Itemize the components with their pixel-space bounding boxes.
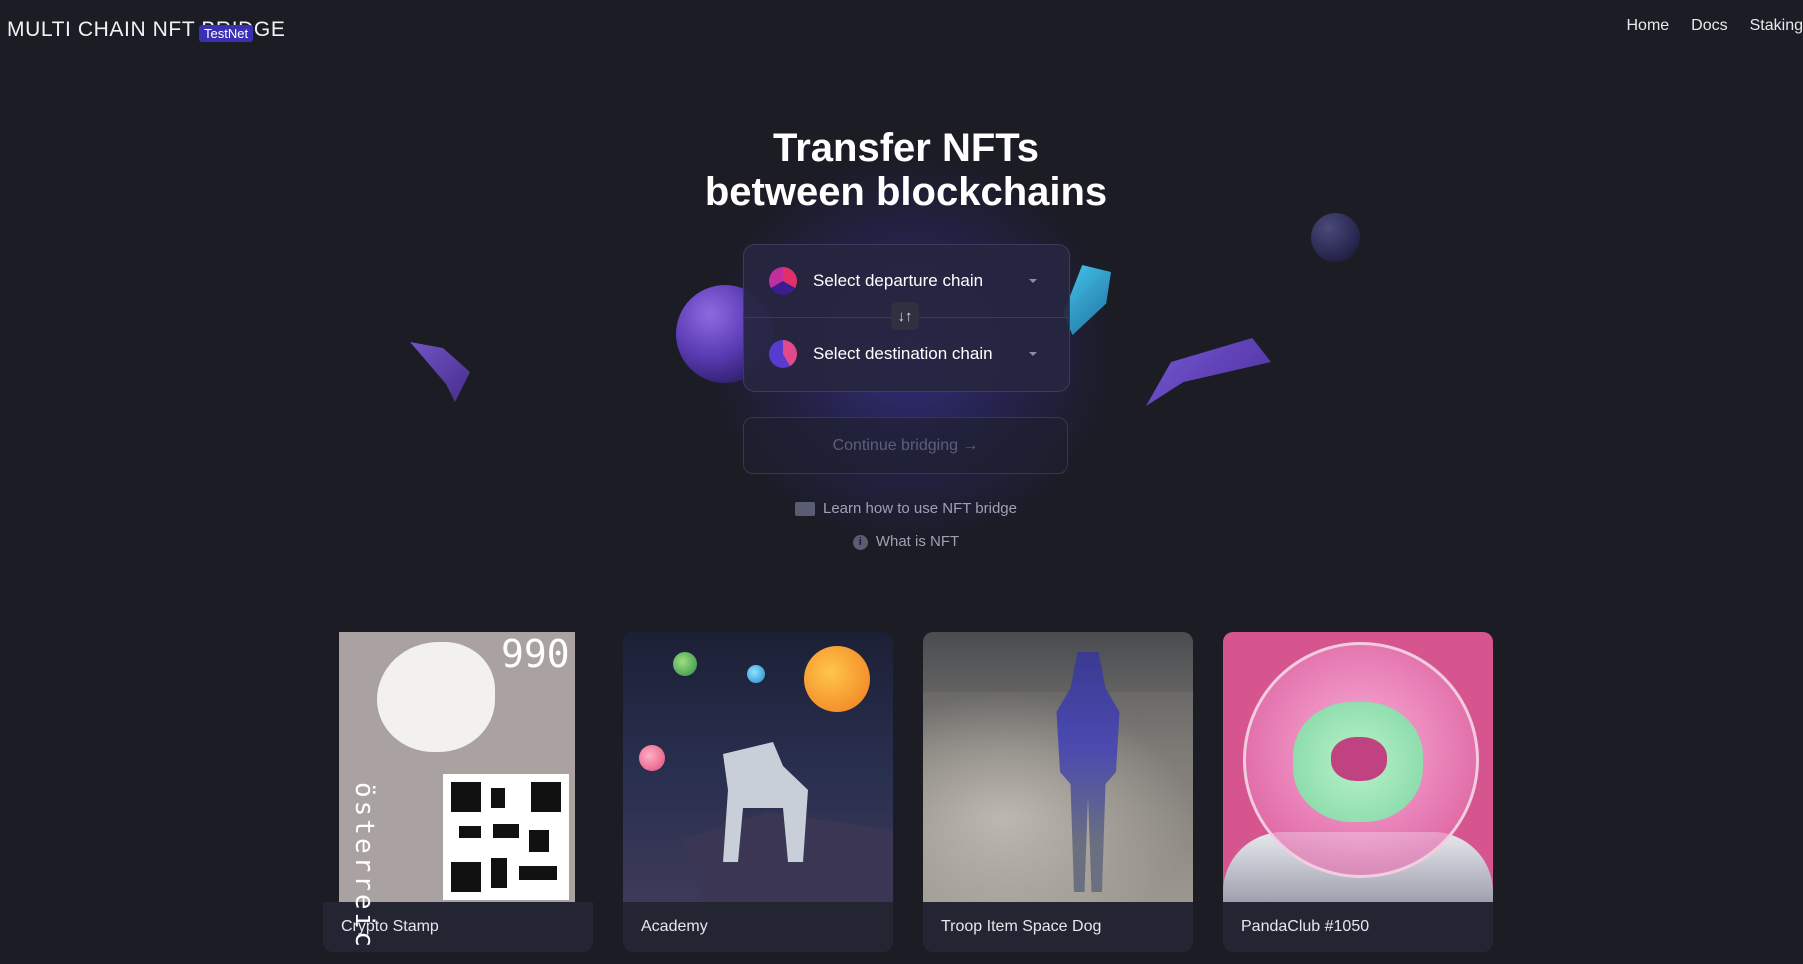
destination-chain-label: Select destination chain (813, 344, 993, 363)
testnet-badge: TestNet (199, 25, 254, 42)
chevron-down-icon (1029, 352, 1037, 356)
planet-illustration (639, 745, 665, 771)
nav-staking[interactable]: Staking (1750, 17, 1803, 35)
nft-card[interactable]: Troop Item Space Dog (923, 632, 1193, 952)
nft-name: Crypto Stamp (341, 918, 439, 935)
learn-link[interactable]: Learn how to use NFT bridge (0, 500, 1803, 517)
top-nav: Home Docs Staking (1626, 17, 1803, 35)
nav-home[interactable]: Home (1626, 17, 1669, 35)
panda-snout-illustration (1331, 737, 1387, 781)
chain-logo-icon (769, 267, 797, 295)
nft-image-crypto-stamp: 990 österreich (323, 632, 593, 952)
video-camera-icon (795, 502, 815, 517)
learn-link-label: Learn how to use NFT bridge (823, 500, 1017, 517)
nft-card[interactable]: PandaClub #1050 (1223, 632, 1493, 952)
nav-docs[interactable]: Docs (1691, 17, 1727, 35)
nft-name: Troop Item Space Dog (941, 918, 1102, 935)
stamp-value: 990 (501, 632, 570, 676)
chevron-down-icon (1029, 279, 1037, 283)
departure-chain-label: Select departure chain (813, 271, 984, 290)
planet-illustration (804, 646, 870, 712)
hero-title: Transfer NFTs between blockchains (0, 126, 1803, 214)
what-is-nft-link[interactable]: i What is NFT (0, 533, 1803, 550)
qr-code (443, 774, 569, 900)
decor-prism-right (1146, 338, 1271, 406)
nft-image-troop-item (923, 632, 1193, 902)
nft-image-academy (623, 632, 893, 902)
stamp-paper: 990 österreich (339, 632, 575, 952)
planet-illustration (747, 665, 765, 683)
hero-title-line1: Transfer NFTs (773, 126, 1039, 170)
decor-sphere-small (1311, 213, 1360, 262)
nft-card[interactable]: Academy (623, 632, 893, 952)
nft-name: PandaClub #1050 (1241, 918, 1370, 935)
info-icon: i (852, 534, 868, 550)
swap-arrows-icon: ↓↑ (897, 307, 913, 325)
chain-logo-icon (769, 340, 797, 368)
planet-illustration (673, 652, 697, 676)
nft-card[interactable]: 990 österreich Crypto Stamp (323, 632, 593, 952)
swap-chains-button[interactable]: ↓↑ (891, 302, 919, 330)
what-is-nft-label: What is NFT (875, 533, 960, 550)
hero-title-line2: between blockchains (704, 170, 1108, 214)
nft-name: Academy (641, 918, 708, 935)
continue-bridging-button[interactable]: Continue bridging → (743, 417, 1068, 474)
decor-prism-left (410, 342, 470, 402)
rhino-illustration (377, 642, 495, 752)
nft-image-pandaclub (1223, 632, 1493, 902)
